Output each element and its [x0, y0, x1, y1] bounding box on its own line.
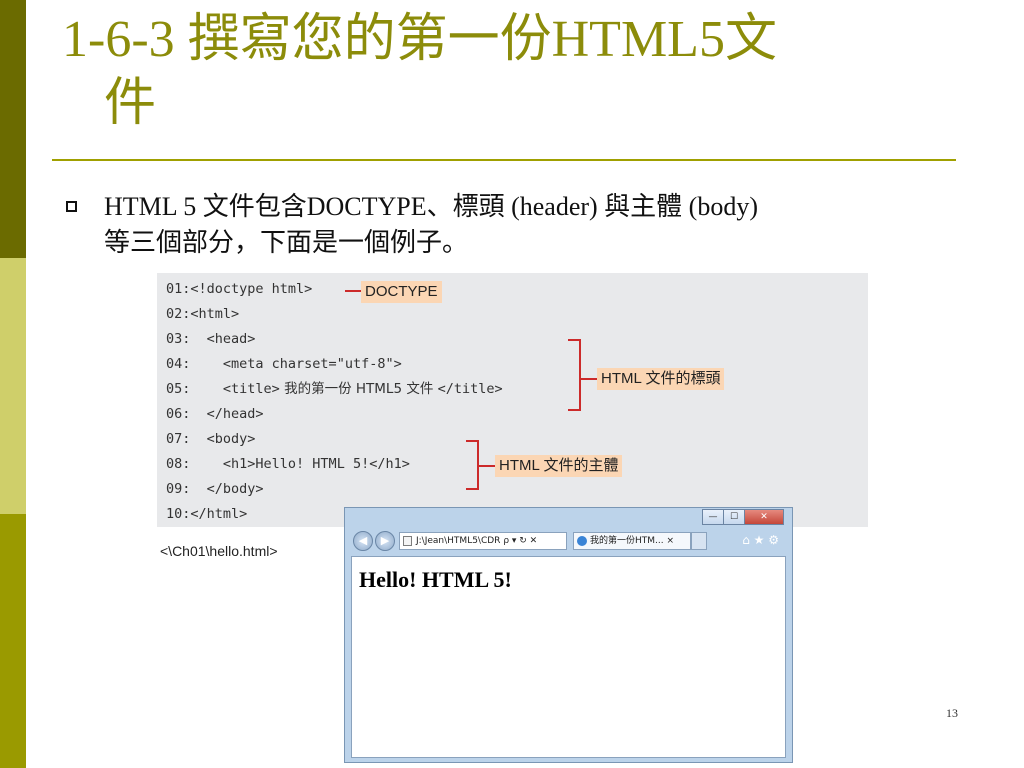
code-listing-panel: 01:<!doctype html> 02:<html> 03: <head> … [157, 273, 868, 527]
doctype-annotation-label: DOCTYPE [361, 281, 442, 303]
page-icon [403, 536, 412, 546]
body-annotation-label: HTML 文件的主體 [495, 455, 623, 477]
code-line: 08: <h1>Hello! HTML 5!</h1> [166, 456, 410, 472]
header-connector-line [580, 378, 598, 380]
bullet-square-icon [66, 201, 77, 212]
body-connector-line [478, 465, 496, 467]
address-bar[interactable]: J:\Jean\HTML5\CDR ρ ▾ ↻ ✕ [399, 532, 567, 550]
minimize-button[interactable]: — [702, 509, 724, 525]
code-line: 02:<html> [166, 306, 240, 322]
doctype-connector-line [345, 290, 361, 292]
forward-button[interactable]: ▶ [375, 531, 395, 551]
left-stripe-bottom [0, 514, 26, 768]
left-stripe-top [0, 0, 26, 258]
page-number: 13 [946, 706, 958, 720]
code-line: 04: <meta charset="utf-8"> [166, 356, 402, 372]
bullet-text: HTML 5 文件包含DOCTYPE、標頭 (header) 與主體 (body… [104, 189, 974, 261]
bullet-line-1: HTML 5 文件包含DOCTYPE、標頭 (header) 與主體 (body… [104, 192, 758, 221]
page-heading: Hello! HTML 5! [359, 567, 512, 592]
back-button[interactable]: ◀ [353, 531, 373, 551]
code-line: 09: </body> [166, 481, 264, 497]
code-line: 07: <body> [166, 431, 256, 447]
toolbar-icons[interactable]: ⌂ ★ ⚙ [742, 533, 779, 547]
address-bar-icons[interactable]: ρ ▾ ↻ ✕ [503, 536, 537, 546]
header-bracket-vertical [579, 339, 581, 411]
body-bracket-bottom [466, 488, 478, 490]
browser-viewport: Hello! HTML 5! [351, 556, 786, 758]
window-controls: — ☐ ✕ [702, 509, 784, 525]
tab-page[interactable]: 我的第一份HTM... × [573, 532, 691, 550]
file-path-caption: <\Ch01\hello.html> [160, 543, 278, 559]
code-line: 01:<!doctype html> [166, 281, 313, 297]
code-line: 05: <title> 我的第一份 HTML5 文件 </title> [166, 381, 503, 397]
slide-title-line1: 1-6-3 撰寫您的第一份HTML5文 [62, 11, 777, 68]
code-line: 03: <head> [166, 331, 256, 347]
browser-window: — ☐ ✕ ◀ ▶ J:\Jean\HTML5\CDR ρ ▾ ↻ ✕ 我的第一… [344, 507, 793, 763]
code-line: 10:</html> [166, 506, 248, 522]
title-divider [52, 159, 956, 161]
header-bracket-bottom [568, 409, 580, 411]
ie-icon [577, 536, 587, 546]
maximize-button[interactable]: ☐ [723, 509, 745, 525]
code-line: 06: </head> [166, 406, 264, 422]
browser-nav-bar: ◀ ▶ J:\Jean\HTML5\CDR ρ ▾ ↻ ✕ 我的第一份HTM..… [351, 530, 785, 552]
header-annotation-label: HTML 文件的標頭 [597, 368, 725, 390]
address-text: J:\Jean\HTML5\CDR [416, 536, 501, 546]
slide-title: 1-6-3 撰寫您的第一份HTML5文 件 [62, 8, 962, 136]
left-stripe-middle [0, 258, 26, 514]
tab-title: 我的第一份HTM... [590, 536, 664, 546]
new-tab-button[interactable] [691, 532, 707, 550]
slide-title-line2: 件 [104, 75, 157, 132]
bullet-line-2: 等三個部分，下面是一個例子。 [104, 228, 469, 257]
close-window-button[interactable]: ✕ [744, 509, 784, 525]
tab-close-icon[interactable]: × [667, 536, 675, 546]
